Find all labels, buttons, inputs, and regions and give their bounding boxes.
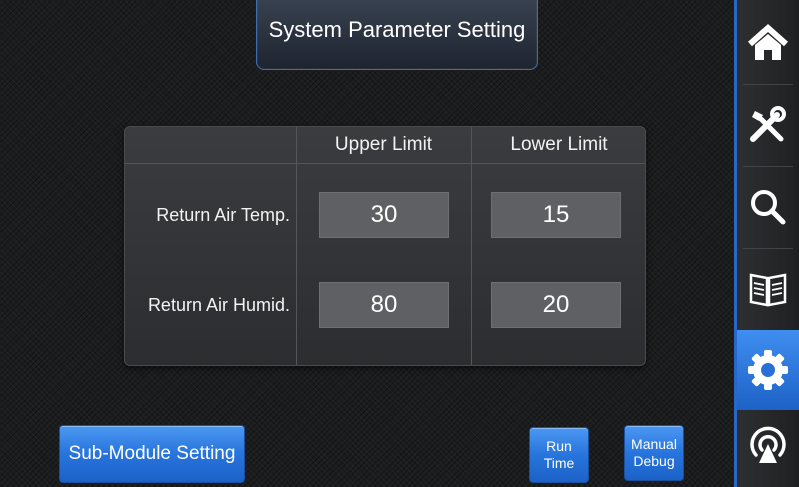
return-air-humid-label: Return Air Humid.	[147, 294, 290, 315]
sidebar-item-manual[interactable]	[737, 249, 799, 329]
lower-limit-header: Lower Limit	[510, 134, 608, 155]
temp-lower-limit-field[interactable]: 15	[491, 192, 621, 238]
sidebar-item-signal[interactable]	[737, 406, 799, 486]
sidebar-item-search[interactable]	[737, 167, 799, 247]
book-icon	[749, 273, 787, 307]
sidebar-item-home[interactable]	[737, 3, 799, 83]
signal-icon	[750, 426, 786, 463]
humid-upper-limit-field[interactable]: 80	[319, 282, 449, 328]
run-time-label-line2: Time	[543, 455, 575, 471]
tools-icon	[750, 106, 786, 142]
parameter-table: Upper Limit Lower Limit Return Air Temp.…	[124, 126, 646, 366]
humid-lower-limit-field[interactable]: 20	[491, 282, 621, 328]
sidebar-item-tools[interactable]	[737, 85, 799, 165]
upper-limit-header: Upper Limit	[334, 134, 433, 155]
temp-upper-limit-field[interactable]: 30	[319, 192, 449, 238]
search-icon	[751, 190, 786, 225]
sidebar-item-settings[interactable]	[737, 330, 799, 410]
gear-icon	[748, 350, 788, 390]
sub-module-setting-button[interactable]: Sub-Module Setting	[59, 425, 245, 483]
run-time-button[interactable]: Run Time	[529, 427, 589, 483]
table-divider	[125, 163, 645, 164]
sidebar-nav	[734, 0, 799, 487]
return-air-temp-label: Return Air Temp.	[156, 204, 290, 225]
manual-debug-label-line2: Debug	[633, 453, 675, 469]
manual-debug-label-line1: Manual	[631, 436, 677, 452]
run-time-label-line1: Run	[546, 438, 572, 454]
main-area: System Parameter Setting Upper Limit Low…	[0, 0, 735, 487]
manual-debug-button[interactable]: Manual Debug	[624, 425, 684, 481]
home-icon	[748, 23, 788, 60]
page-title: System Parameter Setting	[256, 0, 538, 70]
